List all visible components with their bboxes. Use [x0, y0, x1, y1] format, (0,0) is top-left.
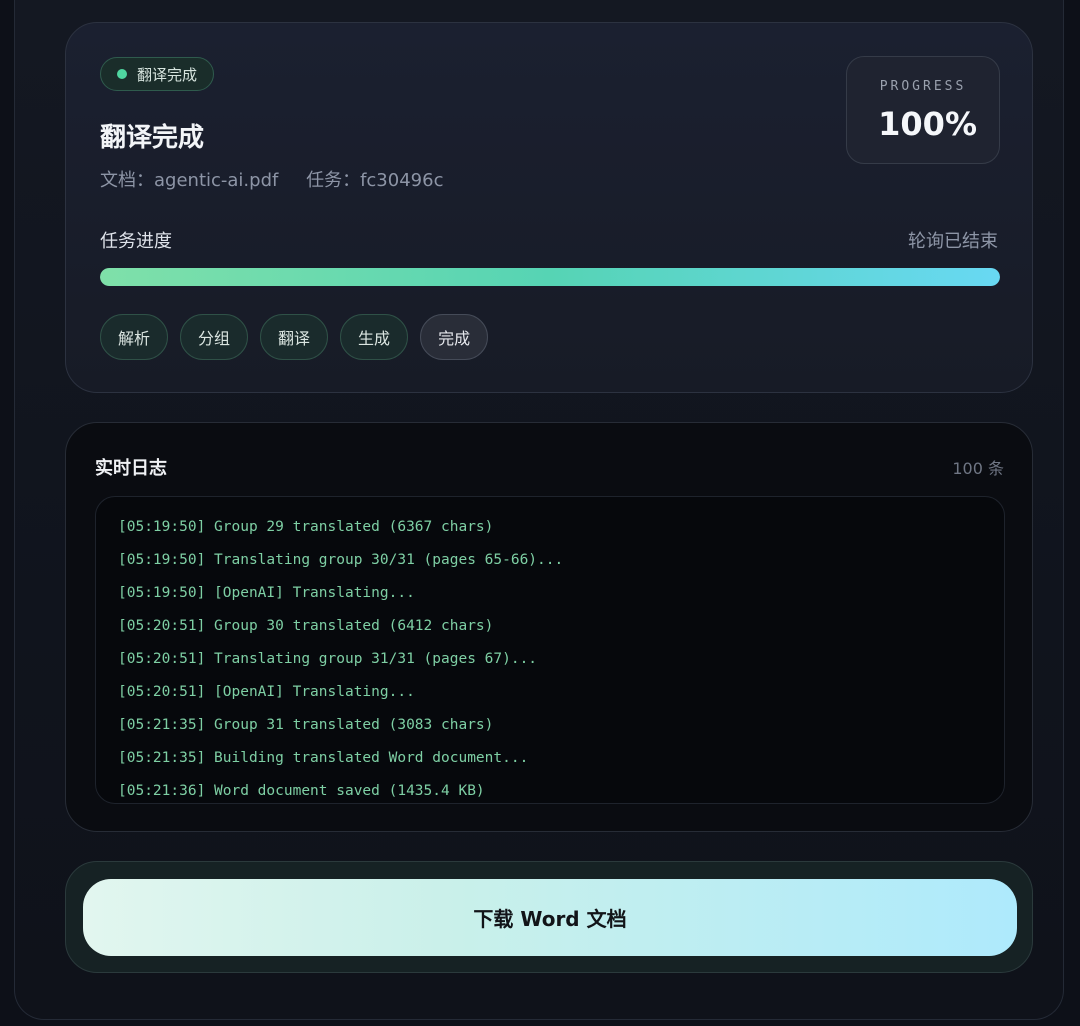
log-line: [05:21:35] Building translated Word docu…	[118, 750, 529, 766]
log-line: [05:19:50] Translating group 30/31 (page…	[118, 552, 564, 568]
log-line: [05:19:50] Group 29 translated (6367 cha…	[118, 519, 494, 535]
stage-list: 解析 分组 翻译 生成 完成	[100, 314, 489, 360]
status-card: 翻译完成 翻译完成 文档：agentic-ai.pdf 任务：fc30496c …	[65, 22, 1033, 393]
task-progress-label: 任务进度	[100, 231, 172, 252]
log-line: [05:20:51] [OpenAI] Translating...	[118, 684, 415, 700]
stage-pill: 翻译	[260, 314, 329, 360]
log-card: 实时日志 100 条 [05:19:50] Group 29 translate…	[65, 422, 1033, 832]
job-meta: 文档：agentic-ai.pdf 任务：fc30496c	[100, 166, 443, 192]
page-title: 翻译完成	[100, 123, 205, 153]
progress-label: PROGRESS	[879, 79, 967, 94]
action-card: 下载 Word 文档	[65, 861, 1033, 973]
task-id: 任务：fc30496c	[306, 170, 444, 191]
log-output[interactable]: [05:19:50] Group 29 translated (6367 cha…	[95, 496, 1005, 804]
log-count: 100 条	[952, 459, 1004, 478]
log-title: 实时日志	[95, 458, 167, 479]
progress-value: 100%	[878, 105, 977, 143]
log-line: [05:20:51] Translating group 31/31 (page…	[118, 651, 538, 667]
status-badge: 翻译完成	[100, 57, 215, 91]
progress-bar-fill	[100, 268, 1000, 286]
document-name: 文档：agentic-ai.pdf	[100, 170, 279, 191]
progress-bar	[100, 268, 1000, 286]
log-line: [05:21:35] Group 31 translated (3083 cha…	[118, 717, 494, 733]
status-badge-label: 翻译完成	[137, 65, 198, 84]
download-word-button[interactable]: 下载 Word 文档	[83, 879, 1017, 956]
stage-pill: 完成	[420, 314, 489, 360]
polling-status: 轮询已结束	[908, 231, 998, 252]
status-dot-icon	[117, 69, 127, 79]
app-shell: 翻译完成 翻译完成 文档：agentic-ai.pdf 任务：fc30496c …	[14, 0, 1064, 1020]
stage-pill: 分组	[180, 314, 249, 360]
log-line: [05:20:51] Group 30 translated (6412 cha…	[118, 618, 494, 634]
log-line: [05:21:36] Word document saved (1435.4 K…	[118, 783, 485, 799]
stage-pill: 生成	[340, 314, 409, 360]
stage-pill: 解析	[100, 314, 169, 360]
progress-summary: PROGRESS 100%	[846, 56, 1000, 164]
log-line: [05:19:50] [OpenAI] Translating...	[118, 585, 415, 601]
